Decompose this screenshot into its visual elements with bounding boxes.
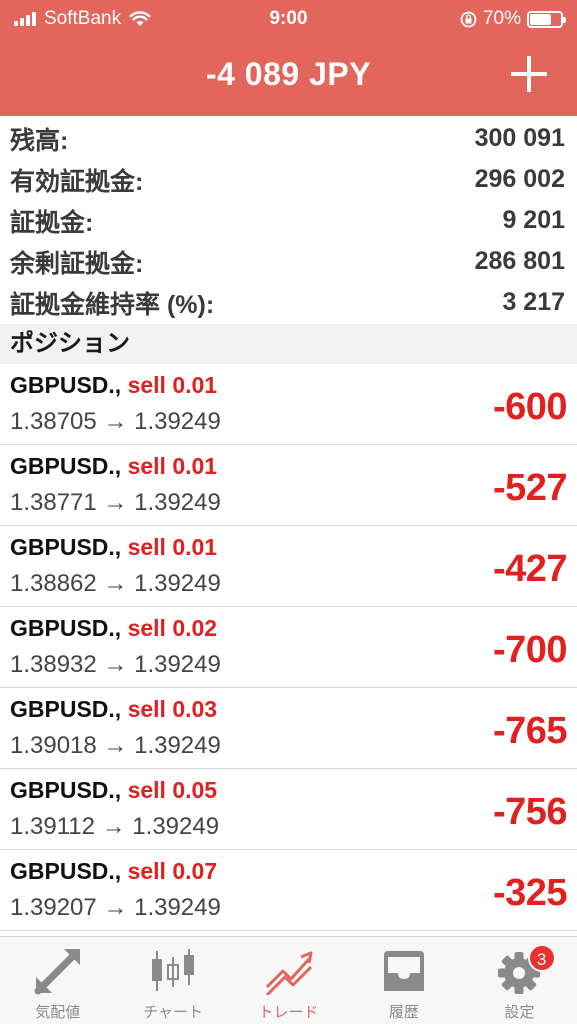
tab-chart[interactable]: チャート [115,937,230,1024]
tab-settings[interactable]: 3 設定 [462,937,577,1024]
position-row[interactable]: GBPUSD., sell 0.07 1.39207 → 1.39249 -32… [0,850,577,931]
quotes-arrows-icon [34,949,80,995]
position-side: sell 0.07 [127,858,218,884]
position-row[interactable]: GBPUSD., sell 0.01 1.38862 → 1.39249 -42… [0,526,577,607]
summary-value: 300 091 [474,124,565,152]
position-prices: 1.38705 → 1.39249 [10,408,221,435]
position-side: sell 0.03 [127,696,218,722]
battery-icon [527,10,566,28]
summary-row-margin: 証拠金: 9 201 [0,200,577,241]
status-bar: SoftBank 9:00 70% [0,0,577,38]
summary-row-equity: 有効証拠金: 296 002 [0,159,577,200]
position-symbol: GBPUSD., [10,696,122,722]
position-prices: 1.39018 → 1.39249 [10,732,221,759]
summary-label: 証拠金維持率 (%): [10,290,215,319]
position-symbol: GBPUSD., [10,858,122,884]
orientation-lock-icon [460,11,477,27]
position-side: sell 0.01 [127,372,218,398]
summary-label: 余剰証拠金: [10,249,144,278]
account-summary: 残高: 300 091 有効証拠金: 296 002 証拠金: 9 201 余剰… [0,118,577,323]
position-prices: 1.38862 → 1.39249 [10,570,221,597]
position-side: sell 0.02 [127,615,218,641]
candlestick-chart-icon [152,949,195,991]
position-row[interactable]: GBPUSD., sell 0.05 1.39112 → 1.39249 -75… [0,769,577,850]
summary-label: 有効証拠金: [10,167,144,196]
status-right: 70% [460,8,566,30]
position-header: GBPUSD., sell 0.03 [10,696,217,723]
position-profit: -756 [492,791,568,833]
position-side: sell 0.01 [127,453,218,479]
position-prices: 1.38932 → 1.39249 [10,651,221,678]
add-order-button[interactable] [511,56,547,92]
summary-row-balance: 残高: 300 091 [0,118,577,159]
position-side: sell 0.01 [127,534,218,560]
tab-label: トレード [258,1004,319,1021]
history-inbox-icon [383,951,424,991]
battery-percent: 70% [482,8,521,29]
position-prices: 1.38771 → 1.39249 [10,489,221,516]
position-profit: -527 [492,467,568,509]
tab-label: 設定 [504,1004,535,1021]
page-title: -4 089 JPY [205,56,372,92]
position-row[interactable]: GBPUSD., sell 0.01 1.38771 → 1.39249 -52… [0,445,577,526]
positions-list: GBPUSD., sell 0.01 1.38705 → 1.39249 -60… [0,364,577,931]
summary-value: 3 217 [502,288,565,316]
tab-quotes[interactable]: 気配値 [0,937,115,1024]
position-symbol: GBPUSD., [10,777,122,803]
summary-value: 9 201 [502,206,565,234]
summary-value: 296 002 [474,165,565,193]
position-row[interactable]: GBPUSD., sell 0.03 1.39018 → 1.39249 -76… [0,688,577,769]
position-profit: -427 [492,548,568,590]
summary-row-free-margin: 余剰証拠金: 286 801 [0,241,577,282]
tab-trade[interactable]: トレード [231,937,346,1024]
positions-section-header: ポジション [0,324,577,364]
position-header: GBPUSD., sell 0.01 [10,453,217,480]
position-symbol: GBPUSD., [10,615,122,641]
tab-history[interactable]: 履歴 [346,937,461,1024]
position-row[interactable]: GBPUSD., sell 0.01 1.38705 → 1.39249 -60… [0,364,577,445]
tab-label: 履歴 [388,1004,419,1021]
position-header: GBPUSD., sell 0.01 [10,372,217,399]
position-prices: 1.39207 → 1.39249 [10,894,221,921]
position-header: GBPUSD., sell 0.02 [10,615,217,642]
position-prices: 1.39112 → 1.39249 [10,813,220,840]
battery-level-fill [530,13,551,25]
summary-row-margin-level: 証拠金維持率 (%): 3 217 [0,282,577,323]
position-profit: -600 [492,386,568,428]
position-symbol: GBPUSD., [10,453,122,479]
summary-label: 残高: [10,126,69,155]
summary-label: 証拠金: [10,208,94,237]
summary-value: 286 801 [474,247,565,275]
tab-label: 気配値 [35,1004,81,1021]
position-row[interactable]: GBPUSD., sell 0.02 1.38932 → 1.39249 -70… [0,607,577,688]
notification-badge: 3 [527,944,556,972]
position-symbol: GBPUSD., [10,534,122,560]
position-symbol: GBPUSD., [10,372,122,398]
position-header: GBPUSD., sell 0.01 [10,534,217,561]
position-side: sell 0.05 [127,777,218,803]
trade-trend-icon [265,951,313,995]
app-header: SoftBank 9:00 70% -4 089 JPY [0,0,577,116]
position-profit: -765 [492,710,568,752]
tab-label: チャート [143,1004,204,1021]
position-profit: -700 [492,629,568,671]
tab-bar: 気配値 チャート トレード 履歴 3 設定 [0,936,577,1024]
position-profit: -325 [492,872,568,914]
position-header: GBPUSD., sell 0.05 [10,777,217,804]
position-header: GBPUSD., sell 0.07 [10,858,217,885]
